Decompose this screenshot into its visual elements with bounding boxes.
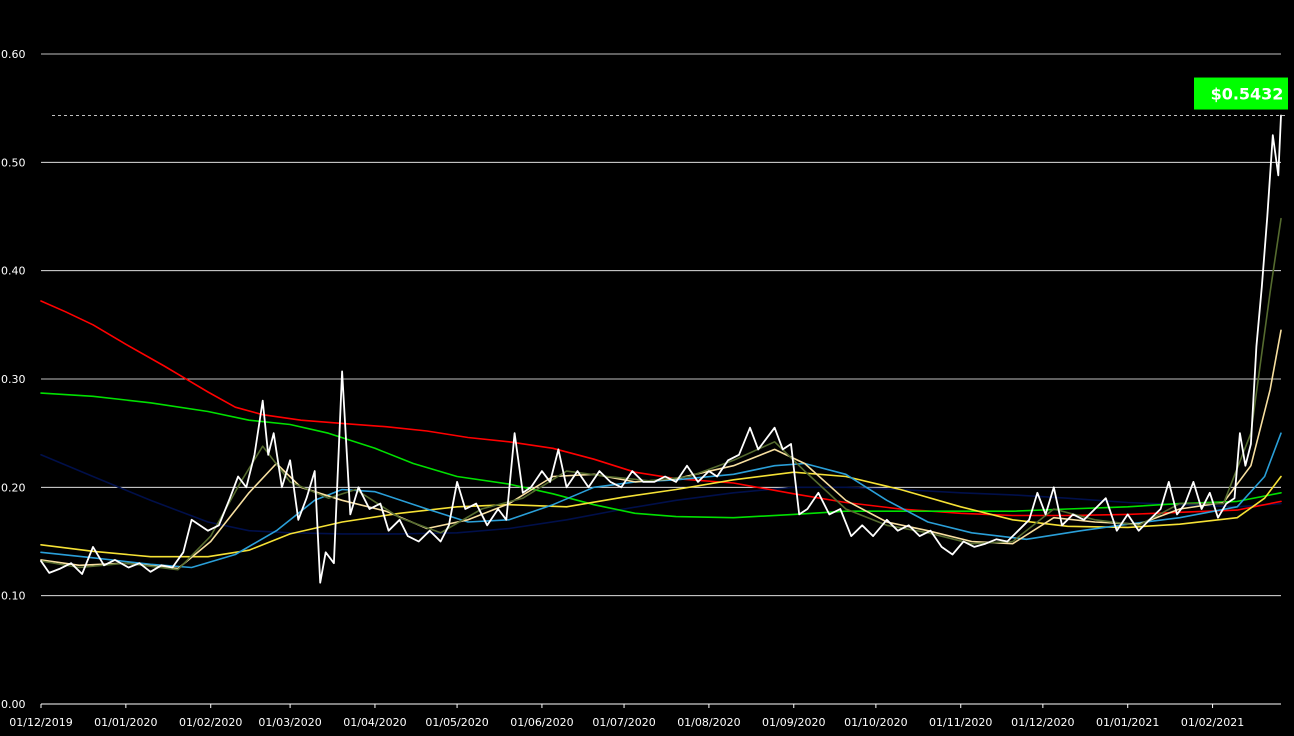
y-tick-label: 0.60 [1,48,26,61]
y-tick-label: 0.30 [1,373,26,386]
x-axis-ticks: 01/12/2019 01/01/2020 01/02/2020 01/03/2020… [9,704,1244,729]
x-tick-label: 01/04/2020 [343,716,406,729]
x-tick-label: 01/10/2020 [844,716,907,729]
y-tick-label: 0.20 [1,481,26,494]
x-tick-label: 01/02/2021 [1181,716,1244,729]
series-lines [40,114,1282,584]
x-tick-label: 01/01/2021 [1096,716,1159,729]
x-tick-label: 01/02/2020 [179,716,242,729]
x-tick-label: 01/08/2020 [677,716,740,729]
x-tick-label: 01/07/2020 [592,716,655,729]
series-line-2 [40,392,1282,519]
x-tick-label: 01/06/2020 [510,716,573,729]
series-line-1 [40,300,1282,517]
x-tick-label: 01/12/2019 [9,716,72,729]
series-line-5 [40,329,1282,570]
y-tick-label: 0.40 [1,265,26,278]
y-axis-ticks: 0.00 0.10 0.20 0.30 0.40 0.50 0.60 [1,48,26,711]
current-price-label: $0.5432 [1211,85,1284,104]
x-tick-label: 01/11/2020 [929,716,992,729]
series-line-6 [40,217,1282,571]
x-tick-label: 01/01/2020 [94,716,157,729]
y-tick-label: 0.50 [1,156,26,169]
x-tick-label: 01/05/2020 [425,716,488,729]
series-line-7 [40,114,1282,584]
price-chart: 0.000.100.200.300.400.500.60 01/12/2019 0… [1,48,1288,729]
x-tick-label: 01/03/2020 [258,716,321,729]
x-tick-label: 01/09/2020 [762,716,825,729]
current-price-marker: $0.5432 [52,77,1288,116]
grid-lines [41,53,1281,705]
x-tick-label: 01/12/2020 [1011,716,1074,729]
y-tick-label: 0.00 [1,698,26,711]
y-tick-label: 0.10 [1,590,26,603]
